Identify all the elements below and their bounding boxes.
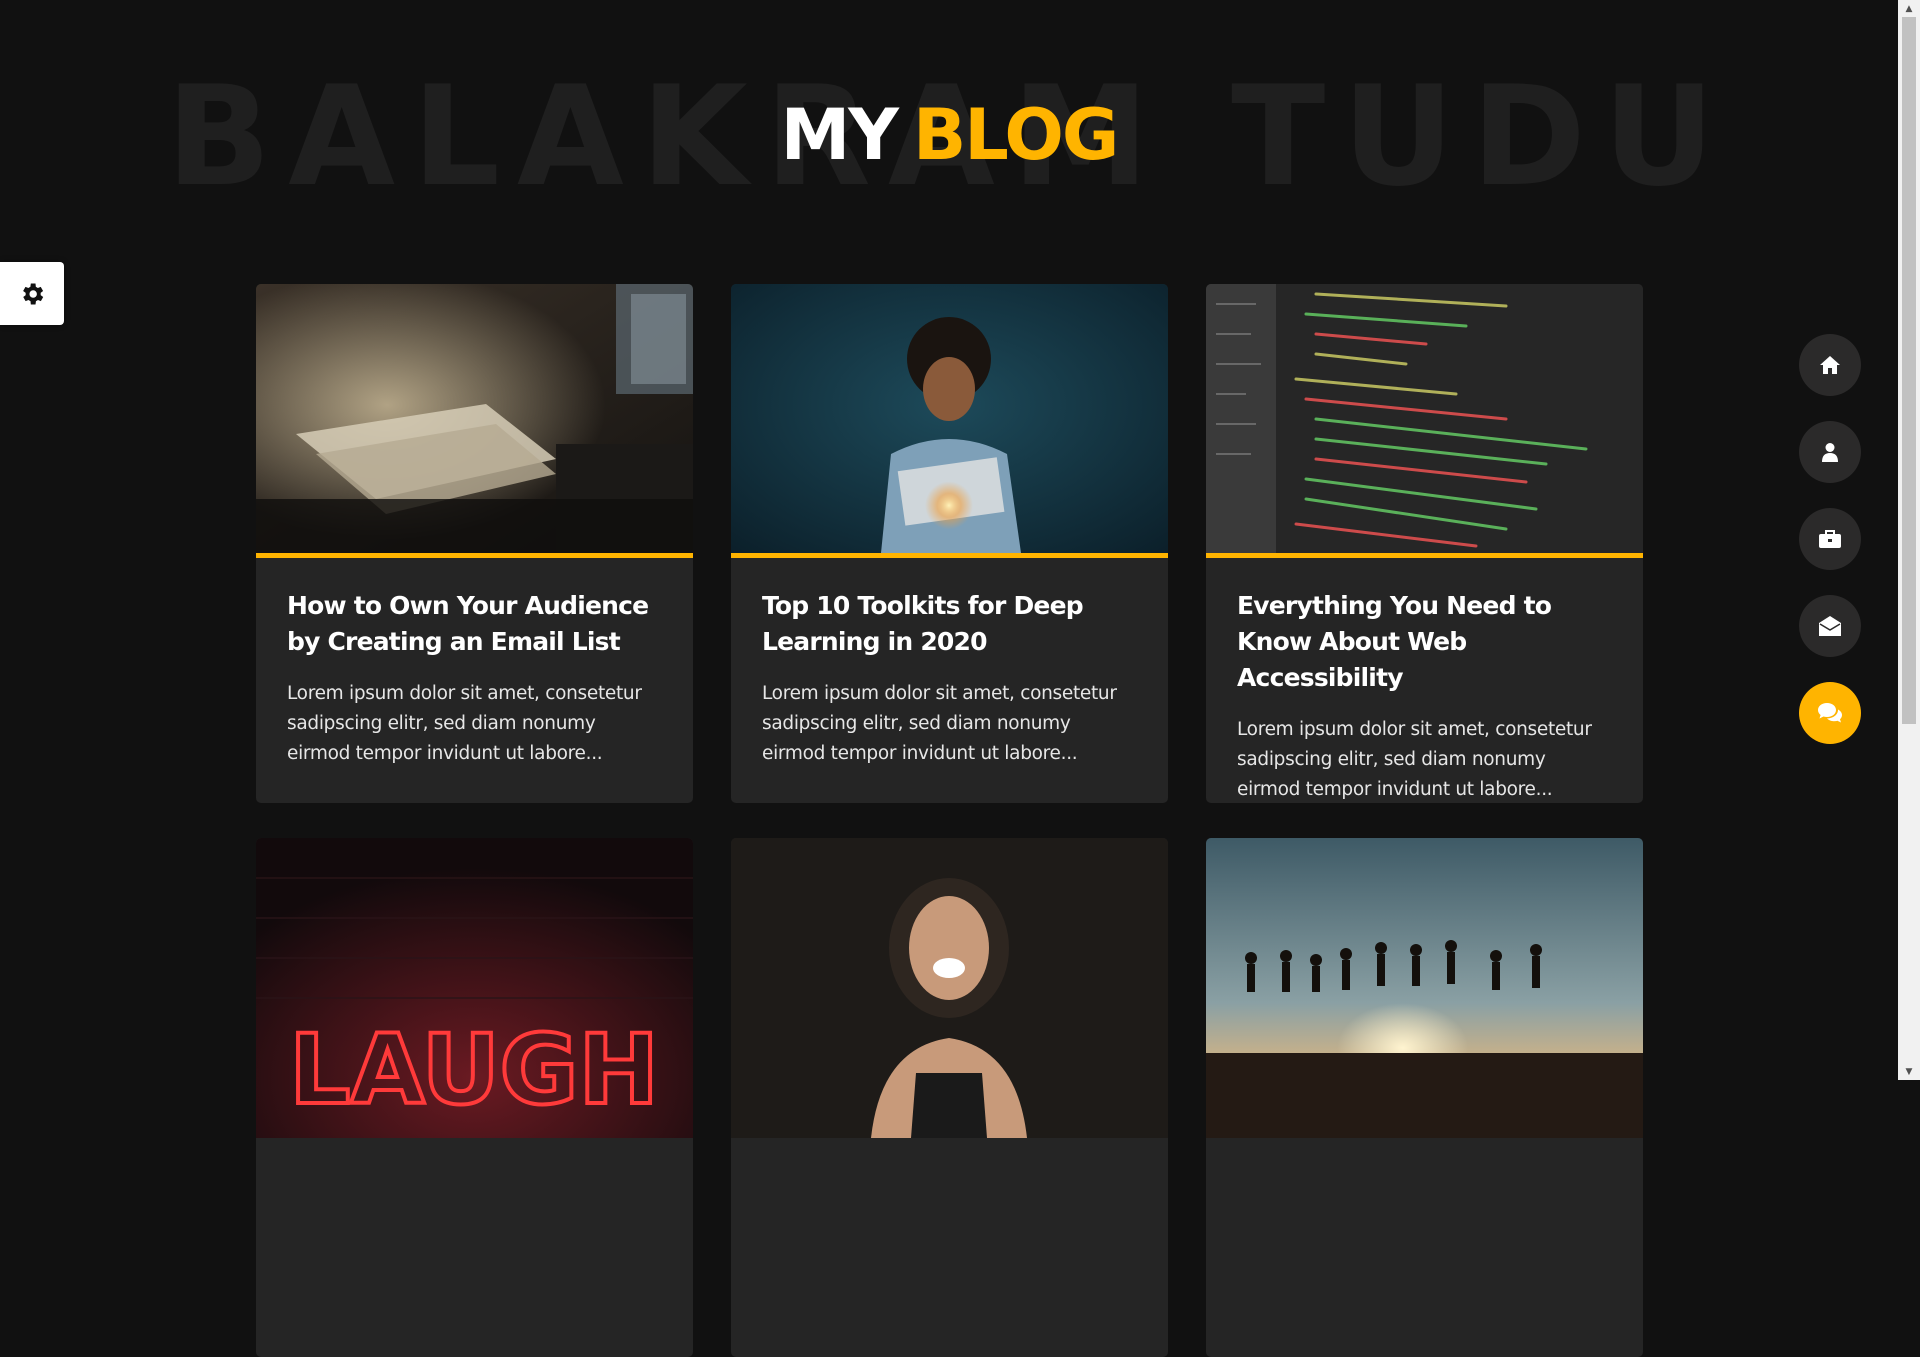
desk-with-papers-photo bbox=[256, 284, 693, 553]
scrollbar-thumb[interactable] bbox=[1902, 17, 1916, 724]
post-thumbnail[interactable] bbox=[1206, 284, 1643, 558]
scroll-up-arrow-icon[interactable]: ▲ bbox=[1898, 0, 1920, 17]
nav-home-button[interactable] bbox=[1799, 334, 1861, 396]
post-thumbnail[interactable] bbox=[731, 284, 1168, 558]
laugh-neon-sign-photo: LAUGH bbox=[256, 838, 693, 1138]
envelope-open-icon bbox=[1819, 616, 1841, 636]
blog-post-card[interactable]: LAUGH bbox=[256, 838, 693, 1357]
blog-post-card[interactable]: Top 10 Toolkits for Deep Learning in 202… bbox=[731, 284, 1168, 803]
post-title[interactable]: How to Own Your Audience by Creating an … bbox=[287, 588, 663, 660]
page-scrollbar[interactable]: ▲ ▼ bbox=[1898, 0, 1920, 1080]
nav-about-button[interactable] bbox=[1799, 421, 1861, 483]
post-thumbnail[interactable] bbox=[1206, 838, 1643, 1138]
blog-post-card[interactable] bbox=[1206, 838, 1643, 1357]
laugh-neon-text: LAUGH bbox=[289, 1014, 659, 1126]
page-title: MY BLOG bbox=[0, 100, 1898, 170]
page-title-part-2: BLOG bbox=[912, 94, 1119, 176]
page-title-part-1: MY bbox=[780, 94, 899, 176]
laughing-woman-photo bbox=[731, 838, 1168, 1138]
nav-portfolio-button[interactable] bbox=[1799, 508, 1861, 570]
blog-post-card[interactable]: How to Own Your Audience by Creating an … bbox=[256, 284, 693, 803]
post-title[interactable]: Top 10 Toolkits for Deep Learning in 202… bbox=[762, 588, 1138, 660]
blog-post-card[interactable]: Everything You Need to Know About Web Ac… bbox=[1206, 284, 1643, 803]
post-thumbnail[interactable] bbox=[256, 284, 693, 558]
user-icon bbox=[1822, 443, 1838, 462]
settings-toggle-button[interactable] bbox=[0, 262, 64, 325]
blog-post-card[interactable] bbox=[731, 838, 1168, 1357]
post-excerpt: Lorem ipsum dolor sit amet, consetetur s… bbox=[1237, 719, 1592, 800]
gear-icon bbox=[23, 283, 44, 304]
post-excerpt: Lorem ipsum dolor sit amet, consetetur s… bbox=[287, 683, 642, 764]
home-icon bbox=[1820, 356, 1840, 374]
post-title[interactable]: Everything You Need to Know About Web Ac… bbox=[1237, 588, 1613, 696]
briefcase-icon bbox=[1819, 530, 1841, 548]
post-thumbnail[interactable] bbox=[731, 838, 1168, 1138]
post-thumbnail[interactable]: LAUGH bbox=[256, 838, 693, 1138]
code-editor-screen-photo bbox=[1206, 284, 1643, 553]
post-excerpt: Lorem ipsum dolor sit amet, consetetur s… bbox=[762, 683, 1117, 764]
man-reading-glowing-book-photo bbox=[731, 284, 1168, 553]
scroll-down-arrow-icon[interactable]: ▼ bbox=[1898, 1063, 1920, 1080]
nav-blog-button[interactable] bbox=[1799, 682, 1861, 744]
nav-contact-button[interactable] bbox=[1799, 595, 1861, 657]
people-jumping-sunset-photo bbox=[1206, 838, 1643, 1138]
comments-icon bbox=[1818, 703, 1842, 723]
